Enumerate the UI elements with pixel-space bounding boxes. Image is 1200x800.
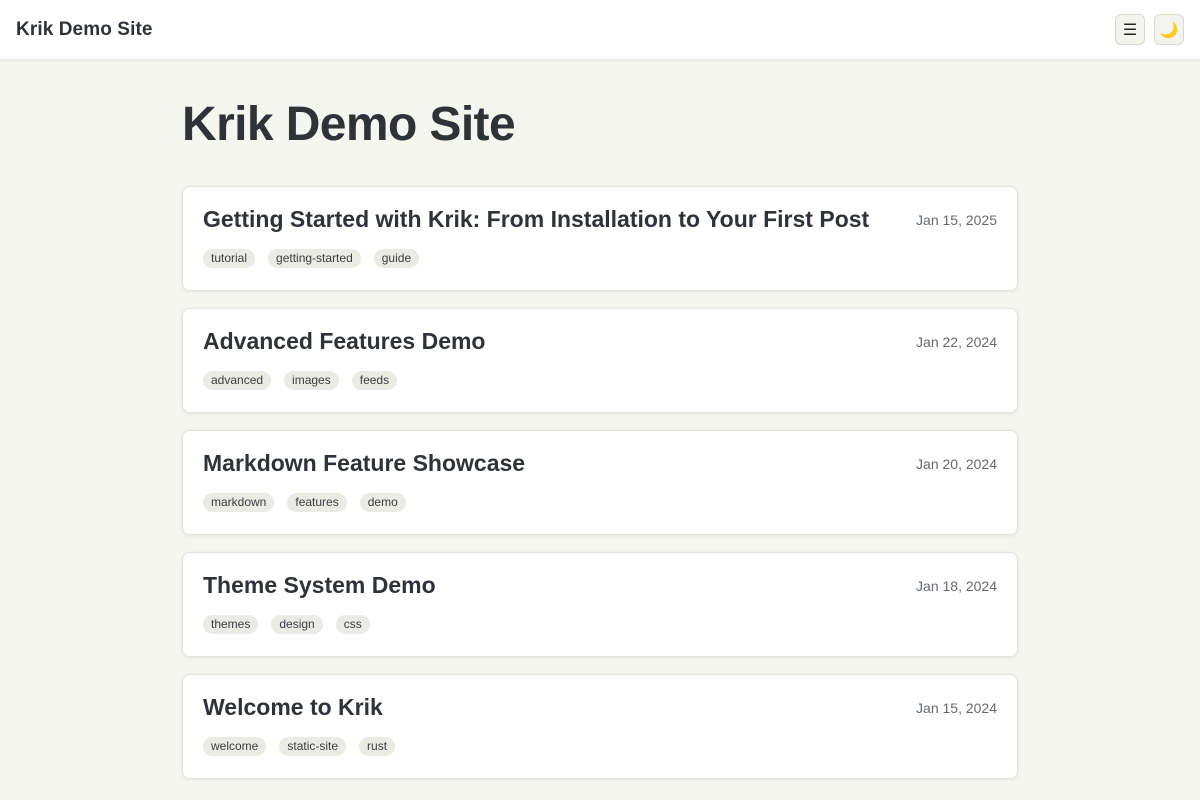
post-card: Welcome to Krik Jan 15, 2024 welcome sta… [182, 674, 1018, 779]
post-card: Advanced Features Demo Jan 22, 2024 adva… [182, 308, 1018, 413]
tag-list: markdown features demo [203, 493, 997, 512]
top-nav-bar: Krik Demo Site ☰ 🌙 [0, 0, 1200, 59]
theme-toggle-button[interactable]: 🌙 [1154, 14, 1184, 45]
post-title-link[interactable]: Getting Started with Krik: From Installa… [203, 204, 869, 235]
post-title-link[interactable]: Markdown Feature Showcase [203, 448, 525, 479]
post-date: Jan 15, 2024 [916, 700, 997, 716]
post-card: Theme System Demo Jan 18, 2024 themes de… [182, 552, 1018, 657]
tag[interactable]: getting-started [268, 249, 361, 268]
menu-button[interactable]: ☰ [1115, 14, 1145, 45]
tag[interactable]: static-site [279, 737, 347, 756]
post-date: Jan 15, 2025 [916, 212, 997, 228]
tag-list: tutorial getting-started guide [203, 249, 997, 268]
tag-list: advanced images feeds [203, 371, 997, 390]
tag[interactable]: welcome [203, 737, 267, 756]
tag-list: welcome static-site rust [203, 737, 997, 756]
tag-list: themes design css [203, 615, 997, 634]
post-title-link[interactable]: Theme System Demo [203, 570, 436, 601]
tag[interactable]: features [287, 493, 347, 512]
tag[interactable]: themes [203, 615, 259, 634]
post-title-link[interactable]: Welcome to Krik [203, 692, 383, 723]
tag[interactable]: markdown [203, 493, 275, 512]
tag[interactable]: feeds [351, 371, 398, 390]
site-name-link[interactable]: Krik Demo Site [16, 19, 153, 41]
post-card: Markdown Feature Showcase Jan 20, 2024 m… [182, 430, 1018, 535]
tag[interactable]: images [284, 371, 339, 390]
tag[interactable]: design [271, 615, 323, 634]
post-date: Jan 22, 2024 [916, 334, 997, 350]
tag[interactable]: demo [359, 493, 406, 512]
menu-icon: ☰ [1122, 21, 1138, 39]
post-title-link[interactable]: Advanced Features Demo [203, 326, 485, 357]
tag[interactable]: rust [359, 737, 396, 756]
tag[interactable]: tutorial [203, 249, 256, 268]
moon-icon: 🌙 [1159, 21, 1179, 39]
post-list: Getting Started with Krik: From Installa… [182, 186, 1018, 796]
tag[interactable]: guide [373, 249, 420, 268]
page-title: Krik Demo Site [182, 98, 516, 151]
header-controls: ☰ 🌙 [1115, 14, 1184, 45]
post-date: Jan 18, 2024 [916, 578, 997, 594]
tag[interactable]: advanced [203, 371, 272, 390]
post-card: Getting Started with Krik: From Installa… [182, 186, 1018, 291]
tag[interactable]: css [335, 615, 370, 634]
post-date: Jan 20, 2024 [916, 456, 997, 472]
